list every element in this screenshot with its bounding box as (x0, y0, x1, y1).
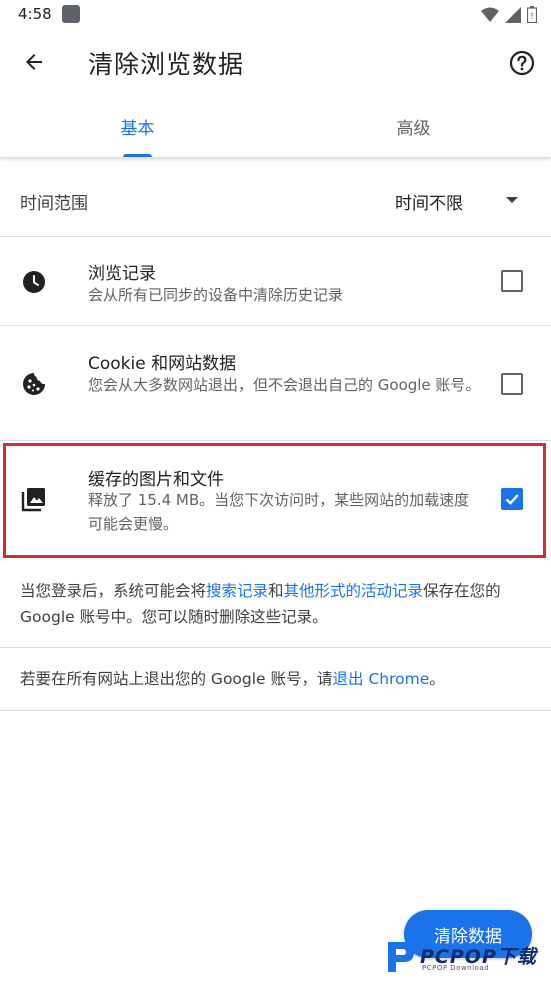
status-bar: 4:58 ! (0, 0, 551, 30)
signout-suffix: 。 (429, 670, 445, 688)
status-icons: ! (481, 6, 537, 23)
option-subtitle: 释放了 15.4 MB。当您下次访问时，某些网站的加载速度可能会更慢。 (88, 491, 470, 533)
watermark-logo-icon (388, 942, 414, 972)
signal-icon (505, 6, 521, 23)
dropdown-arrow-icon[interactable] (506, 197, 518, 203)
svg-text:!: ! (530, 12, 534, 22)
option-title: 浏览记录 (88, 264, 156, 284)
option-title: Cookie 和网站数据 (88, 354, 237, 374)
tab-advanced[interactable]: 高级 (276, 96, 551, 157)
page-title: 清除浏览数据 (88, 50, 245, 79)
watermark-subtext: PCPOP Download (422, 964, 490, 972)
activity-info: 当您登录后，系统可能会将搜索记录和其他形式的活动记录保存在您的 Google 账… (0, 560, 551, 648)
help-icon (509, 50, 535, 76)
app-bar: 清除浏览数据 (0, 30, 551, 96)
signout-info: 若要在所有网站上退出您的 Google 账号，请退出 Chrome。 (0, 648, 551, 711)
cookie-icon (21, 371, 47, 397)
tab-bar: 基本 高级 (0, 96, 551, 158)
tab-selected-indicator (123, 154, 152, 157)
history-clock-icon (21, 269, 47, 295)
time-range-dropdown[interactable]: 时间不限 (395, 189, 463, 214)
back-arrow-icon (26, 54, 42, 70)
info-middle: 和 (268, 582, 284, 600)
cookies-checkbox[interactable] (501, 373, 523, 395)
image-collection-icon (21, 486, 47, 512)
cached-images-checkbox[interactable] (501, 488, 523, 510)
other-activity-link[interactable]: 其他形式的活动记录 (284, 582, 424, 600)
wifi-icon (481, 7, 499, 22)
battery-icon: ! (527, 6, 537, 23)
time-range-row[interactable]: 时间范围 时间不限 (0, 160, 551, 237)
signout-prefix: 若要在所有网站上退出您的 Google 账号，请 (20, 670, 333, 688)
watermark: PCPOP下载 PCPOP Download (380, 934, 551, 978)
signout-text: 若要在所有网站上退出您的 Google 账号，请退出 Chrome。 (20, 667, 445, 689)
option-cached-images[interactable]: 缓存的图片和文件 释放了 15.4 MB。当您下次访问时，某些网站的加载速度可能… (0, 442, 551, 559)
back-button[interactable] (18, 46, 50, 78)
signout-chrome-link[interactable]: 退出 Chrome (333, 670, 430, 688)
time-range-label: 时间范围 (20, 194, 88, 214)
search-history-link[interactable]: 搜索记录 (206, 582, 268, 600)
status-time: 4:58 (18, 5, 52, 23)
option-subtitle: 会从所有已同步的设备中清除历史记录 (88, 286, 344, 304)
info-prefix: 当您登录后，系统可能会将 (20, 582, 207, 600)
history-checkbox[interactable] (501, 270, 523, 292)
activity-info-text: 当您登录后，系统可能会将搜索记录和其他形式的活动记录保存在您的 Google 账… (20, 578, 530, 630)
option-browsing-history[interactable]: 浏览记录 会从所有已同步的设备中清除历史记录 (0, 238, 551, 326)
option-title: 缓存的图片和文件 (88, 470, 224, 490)
option-subtitle: 您会从大多数网站退出，但不会退出自己的 Google 账号。 (88, 376, 481, 394)
checkmark-icon (505, 494, 519, 505)
tab-basic[interactable]: 基本 (0, 96, 275, 157)
option-cookies[interactable]: Cookie 和网站数据 您会从大多数网站退出，但不会退出自己的 Google … (0, 327, 551, 441)
help-button[interactable] (507, 48, 537, 78)
notification-icon (62, 5, 80, 23)
